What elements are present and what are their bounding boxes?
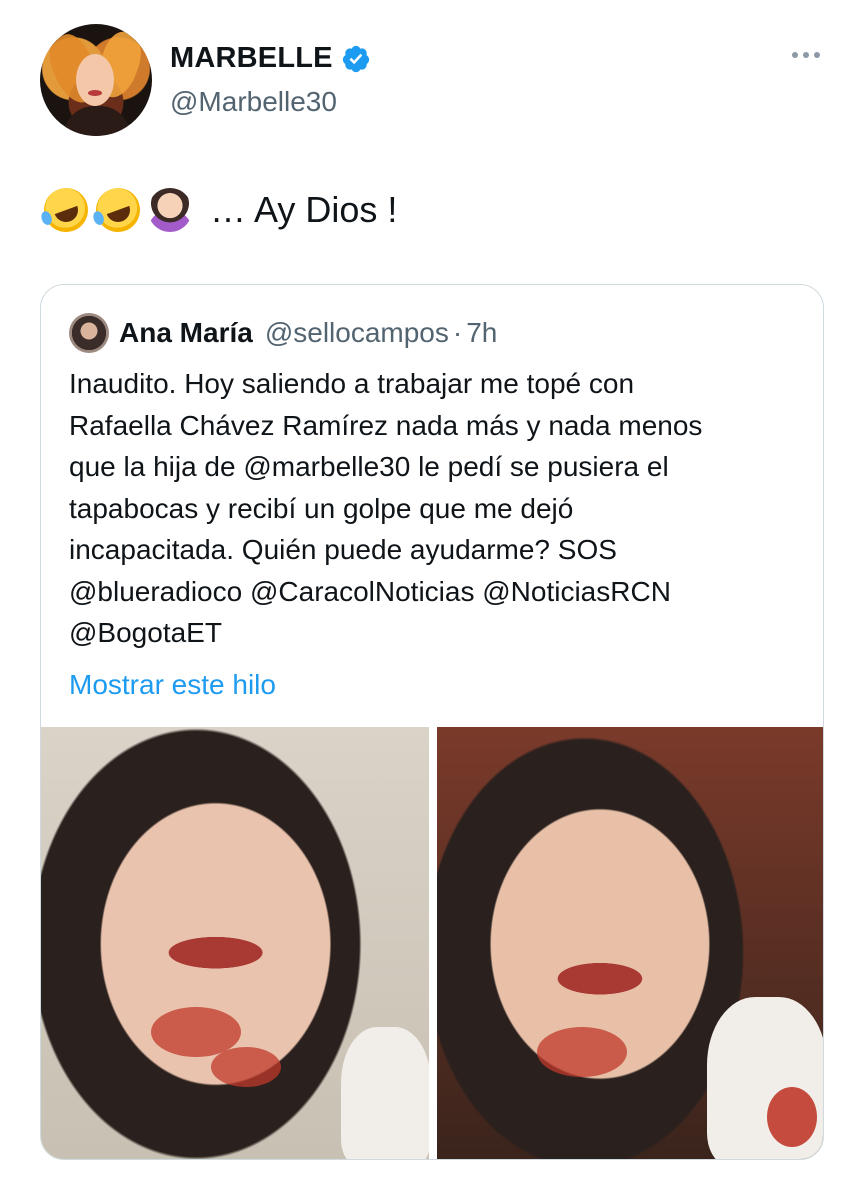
quoted-tweet-card[interactable]: Ana María @sellocampos · 7h Inaudito. Ho… (40, 284, 824, 1160)
quoted-text-line: tapabocas y recibí un golpe que me dejó (69, 492, 574, 524)
rolling-on-floor-laughing-icon (89, 181, 147, 239)
author-handle[interactable]: @Marbelle30 (170, 86, 337, 118)
show-thread-link[interactable]: Mostrar este hilo (69, 669, 276, 701)
author-display-name[interactable]: MARBELLE (170, 42, 333, 75)
quoted-text-line: @BogotaET (69, 617, 222, 648)
quoted-text-line: Rafaella Chávez Ramírez nada más y nada … (69, 409, 703, 441)
quoted-text-line: que la hija de @marbelle30 le pedí se pu… (69, 451, 669, 482)
verified-badge-icon (342, 45, 369, 72)
tweet-text: … Ay Dios ! (37, 181, 398, 239)
tweet-header: MARBELLE @Marbelle30 (40, 24, 840, 136)
attached-photo-2[interactable] (437, 727, 823, 1159)
separator-dot: · (452, 317, 463, 348)
rolling-on-floor-laughing-icon (37, 181, 95, 239)
quoted-text-line: incapacitada. Quién puede ayudarme? SOS (69, 534, 617, 565)
quoted-media-grid (41, 727, 823, 1159)
quoted-tweet-header: Ana María @sellocampos · 7h (69, 313, 497, 353)
more-options-icon[interactable] (792, 52, 820, 58)
attached-photo-1[interactable] (41, 727, 429, 1159)
quoted-author-avatar[interactable] (69, 313, 109, 353)
quoted-text-line: Inaudito. Hoy saliendo a trabajar me top… (69, 368, 635, 399)
quoted-author-handle[interactable]: @sellocampos (265, 317, 449, 349)
quoted-tweet-text: Inaudito. Hoy saliendo a trabajar me top… (69, 363, 809, 654)
author-avatar[interactable] (40, 24, 152, 136)
tweet-body-text: … Ay Dios ! (210, 189, 398, 230)
woman-facepalming-icon (148, 188, 192, 232)
quoted-tweet-time[interactable]: 7h (466, 317, 497, 349)
quoted-text-line: @blueradioco @CaracolNoticias @NoticiasR… (69, 575, 671, 607)
quoted-author-name[interactable]: Ana María (119, 317, 253, 349)
author-name-row: MARBELLE (170, 42, 371, 75)
